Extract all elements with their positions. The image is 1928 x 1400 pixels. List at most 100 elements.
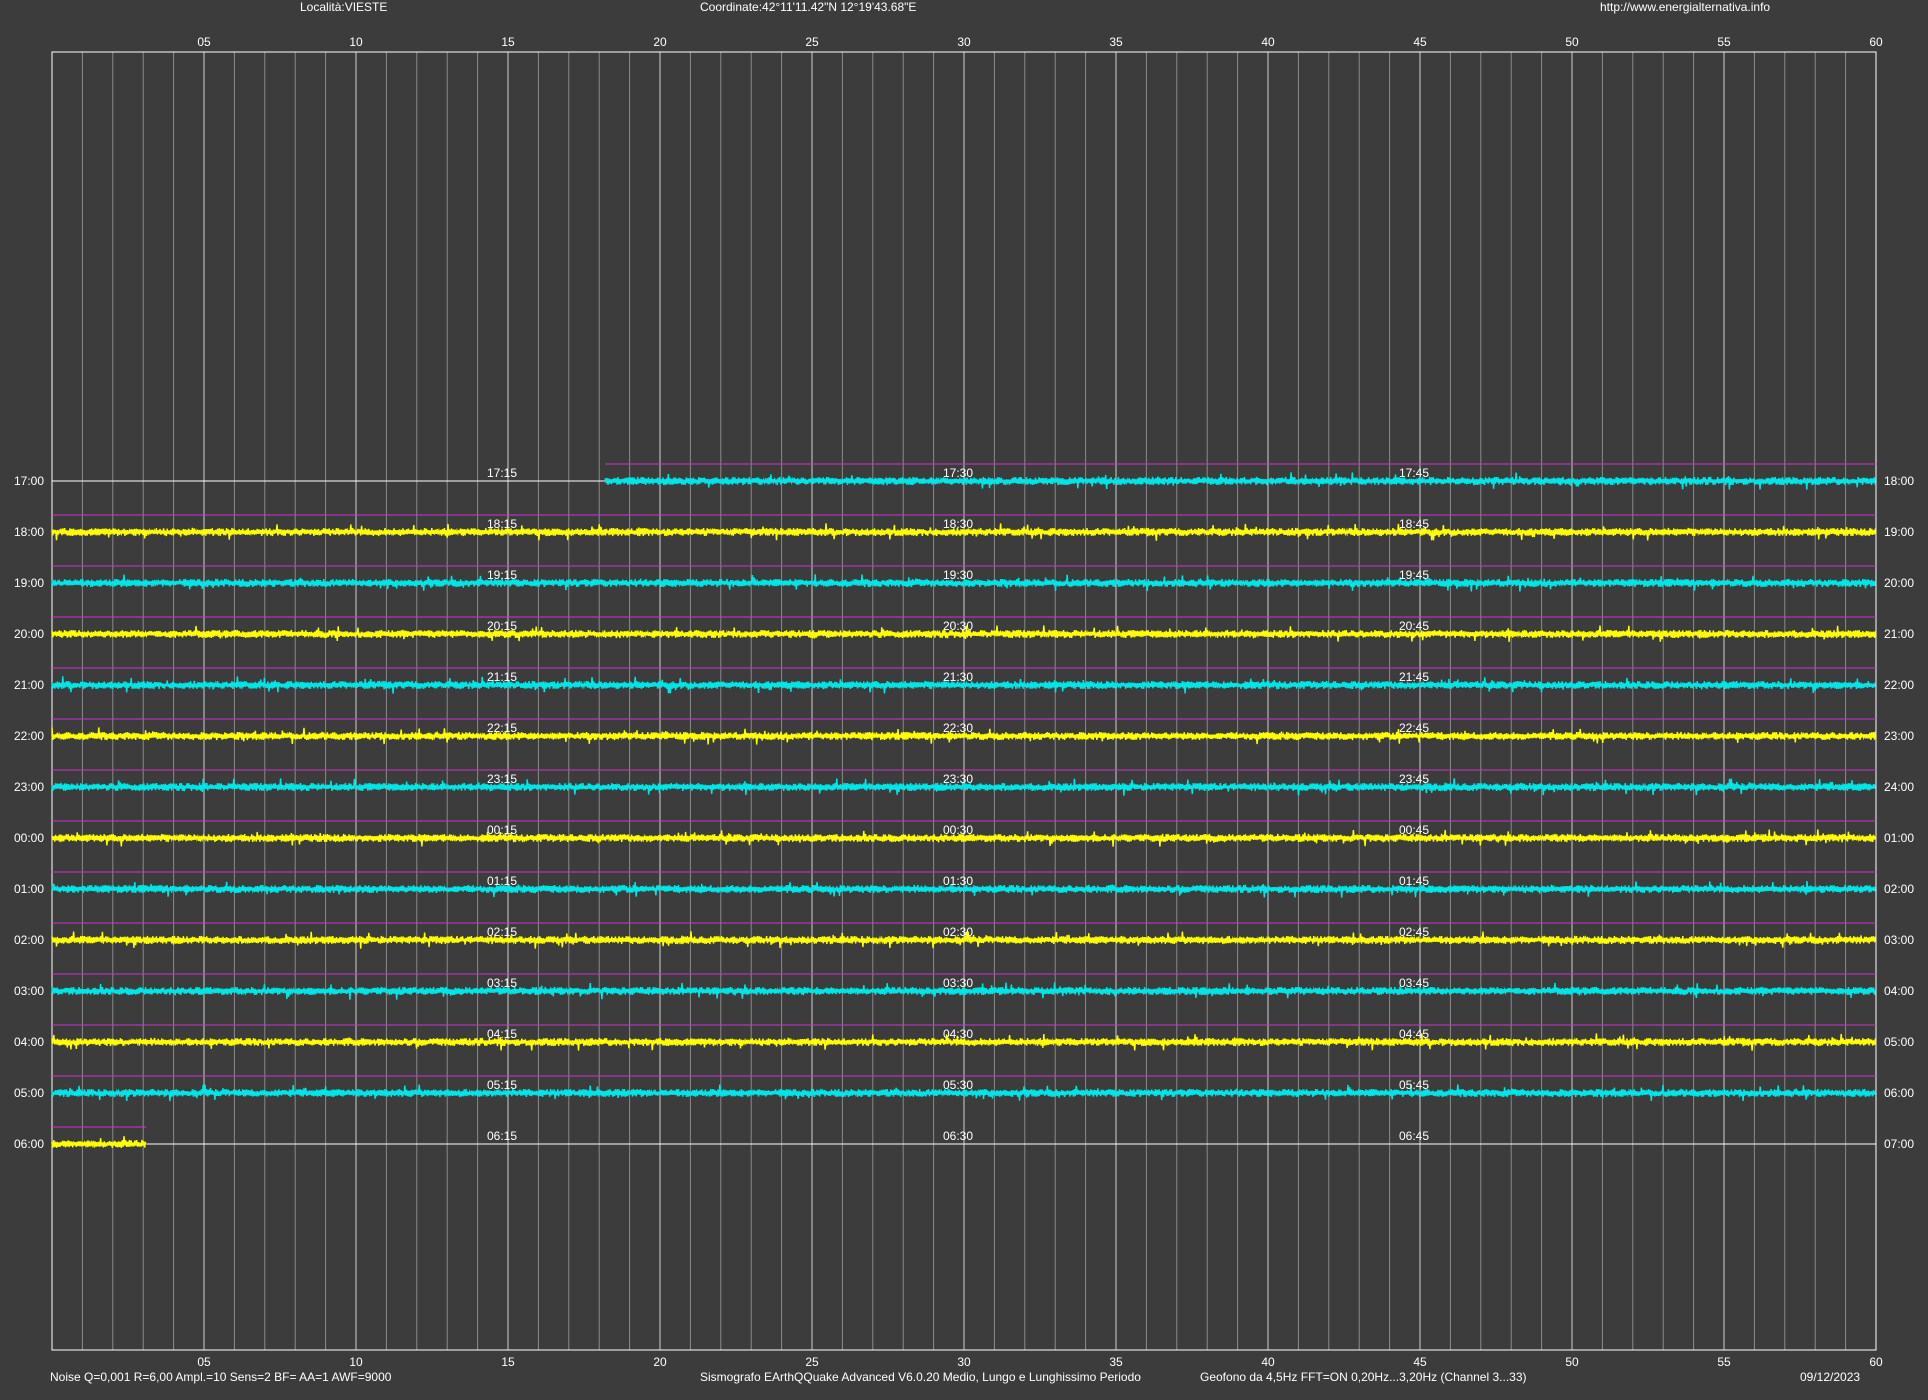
x-tick-label-bottom: 60: [1869, 1355, 1883, 1369]
quarter-hour-label: 17:30: [943, 466, 973, 480]
quarter-hour-label: 19:30: [943, 568, 973, 582]
quarter-hour-label: 20:45: [1399, 619, 1429, 633]
quarter-hour-label: 23:45: [1399, 772, 1429, 786]
quarter-hour-label: 20:30: [943, 619, 973, 633]
row-end-time-label: 18:00: [1884, 474, 1914, 488]
x-tick-label-top: 05: [197, 35, 211, 49]
row-end-time-label: 05:00: [1884, 1035, 1914, 1049]
x-tick-label-bottom: 05: [197, 1355, 211, 1369]
row-end-time-label: 20:00: [1884, 576, 1914, 590]
quarter-hour-label: 22:30: [943, 721, 973, 735]
quarter-hour-label: 04:45: [1399, 1027, 1429, 1041]
row-start-time-label: 01:00: [14, 882, 44, 896]
quarter-hour-label: 02:15: [487, 925, 517, 939]
x-tick-label-top: 15: [501, 35, 515, 49]
quarter-hour-label: 05:30: [943, 1078, 973, 1092]
row-start-time-label: 05:00: [14, 1086, 44, 1100]
x-tick-label-bottom: 45: [1413, 1355, 1427, 1369]
row-end-time-label: 02:00: [1884, 882, 1914, 896]
quarter-hour-label: 00:15: [487, 823, 517, 837]
quarter-hour-label: 23:30: [943, 772, 973, 786]
quarter-hour-label: 06:45: [1399, 1129, 1429, 1143]
row-end-time-label: 23:00: [1884, 729, 1914, 743]
x-tick-label-bottom: 30: [957, 1355, 971, 1369]
quarter-hour-label: 02:30: [943, 925, 973, 939]
date-label: 09/12/2023: [1800, 1370, 1860, 1384]
row-end-time-label: 04:00: [1884, 984, 1914, 998]
quarter-hour-label: 02:45: [1399, 925, 1429, 939]
quarter-hour-label: 03:30: [943, 976, 973, 990]
x-tick-label-bottom: 50: [1565, 1355, 1579, 1369]
quarter-hour-label: 21:15: [487, 670, 517, 684]
quarter-hour-label: 00:30: [943, 823, 973, 837]
x-tick-label-top: 60: [1869, 35, 1883, 49]
row-start-time-label: 18:00: [14, 525, 44, 539]
x-tick-label-bottom: 15: [501, 1355, 515, 1369]
x-tick-label-top: 35: [1109, 35, 1123, 49]
x-tick-label-top: 25: [805, 35, 819, 49]
quarter-hour-label: 04:30: [943, 1027, 973, 1041]
quarter-hour-label: 17:45: [1399, 466, 1429, 480]
quarter-hour-label: 18:45: [1399, 517, 1429, 531]
quarter-hour-label: 06:15: [487, 1129, 517, 1143]
quarter-hour-label: 01:45: [1399, 874, 1429, 888]
x-tick-label-bottom: 25: [805, 1355, 819, 1369]
row-start-time-label: 02:00: [14, 933, 44, 947]
quarter-hour-label: 19:15: [487, 568, 517, 582]
x-tick-label-top: 30: [957, 35, 971, 49]
quarter-hour-label: 20:15: [487, 619, 517, 633]
coordinates-label: Coordinate:42°11'11.42"N 12°19'43.68"E: [700, 0, 916, 14]
quarter-hour-label: 01:30: [943, 874, 973, 888]
row-start-time-label: 00:00: [14, 831, 44, 845]
row-start-time-label: 17:00: [14, 474, 44, 488]
quarter-hour-label: 06:30: [943, 1129, 973, 1143]
quarter-hour-label: 18:15: [487, 517, 517, 531]
quarter-hour-label: 21:45: [1399, 670, 1429, 684]
row-start-time-label: 20:00: [14, 627, 44, 641]
row-start-time-label: 23:00: [14, 780, 44, 794]
row-start-time-label: 19:00: [14, 576, 44, 590]
row-start-time-label: 04:00: [14, 1035, 44, 1049]
quarter-hour-label: 03:15: [487, 976, 517, 990]
x-tick-label-top: 40: [1261, 35, 1275, 49]
x-tick-label-bottom: 35: [1109, 1355, 1123, 1369]
x-tick-label-bottom: 10: [349, 1355, 363, 1369]
quarter-hour-label: 01:15: [487, 874, 517, 888]
seismic-trace: [51, 1136, 147, 1149]
row-end-time-label: 21:00: [1884, 627, 1914, 641]
location-label: Località:VIESTE: [300, 0, 387, 14]
x-tick-label-top: 50: [1565, 35, 1579, 49]
quarter-hour-label: 03:45: [1399, 976, 1429, 990]
x-tick-label-bottom: 20: [653, 1355, 667, 1369]
quarter-hour-label: 22:15: [487, 721, 517, 735]
row-start-time-label: 22:00: [14, 729, 44, 743]
geofono-label: Geofono da 4,5Hz FFT=ON 0,20Hz...3,20Hz …: [1200, 1370, 1527, 1384]
noise-settings-label: Noise Q=0,001 R=6,00 Ampl.=10 Sens=2 BF=…: [50, 1370, 392, 1384]
row-end-time-label: 07:00: [1884, 1137, 1914, 1151]
x-tick-label-top: 10: [349, 35, 363, 49]
row-end-time-label: 03:00: [1884, 933, 1914, 947]
seismogram: Località:VIESTE Coordinate:42°11'11.42"N…: [14, 0, 1914, 1384]
quarter-hour-label: 05:45: [1399, 1078, 1429, 1092]
plot-area: 05 05 10 10 15 15 20 20 25 25 30 30 35 35 40 40 45 45 50 50…: [14, 35, 1914, 1369]
row-start-time-label: 06:00: [14, 1137, 44, 1151]
website-label: http://www.energialternativa.info: [1600, 0, 1770, 14]
x-tick-label-top: 55: [1717, 35, 1731, 49]
x-tick-label-bottom: 40: [1261, 1355, 1275, 1369]
row-end-time-label: 06:00: [1884, 1086, 1914, 1100]
quarter-hour-label: 00:45: [1399, 823, 1429, 837]
quarter-hour-label: 23:15: [487, 772, 517, 786]
row-start-time-label: 03:00: [14, 984, 44, 998]
quarter-hour-label: 18:30: [943, 517, 973, 531]
row-end-time-label: 01:00: [1884, 831, 1914, 845]
quarter-hour-label: 17:15: [487, 466, 517, 480]
software-label: Sismografo EArthQQuake Advanced V6.0.20 …: [700, 1370, 1141, 1384]
row-end-time-label: 22:00: [1884, 678, 1914, 692]
row-start-time-label: 21:00: [14, 678, 44, 692]
quarter-hour-label: 22:45: [1399, 721, 1429, 735]
row-end-time-label: 19:00: [1884, 525, 1914, 539]
x-tick-label-bottom: 55: [1717, 1355, 1731, 1369]
quarter-hour-label: 21:30: [943, 670, 973, 684]
seismic-trace: [604, 472, 1876, 490]
quarter-hour-label: 05:15: [487, 1078, 517, 1092]
